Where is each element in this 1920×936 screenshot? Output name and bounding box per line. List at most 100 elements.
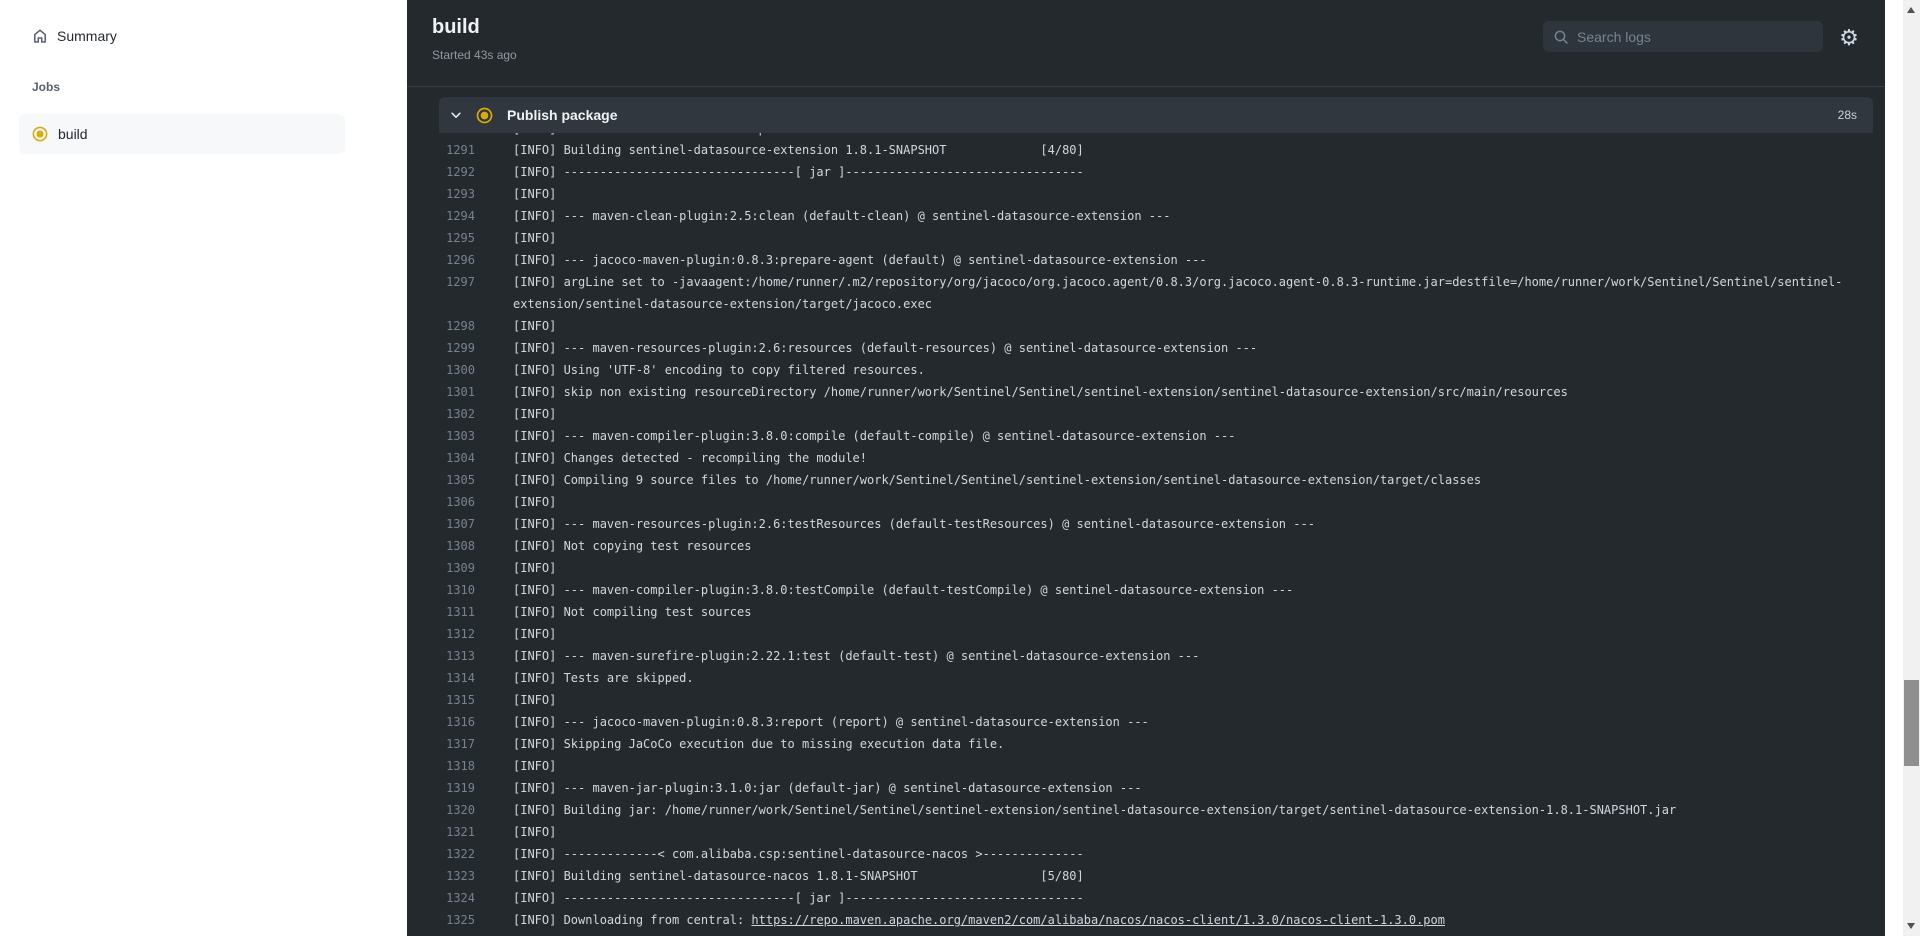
line-number[interactable]: 1310 (407, 579, 475, 601)
log-row: 1306 [INFO] (407, 491, 1885, 513)
job-title: build (432, 16, 480, 39)
line-number[interactable]: 1324 (407, 887, 475, 909)
summary-label: Summary (57, 28, 117, 44)
scrollbar-thumb[interactable] (1904, 680, 1919, 766)
log-row: 1298 [INFO] (407, 315, 1885, 337)
line-number[interactable]: 1293 (407, 183, 475, 205)
log-row: 1305 [INFO] Compiling 9 source files to … (407, 469, 1885, 491)
log-row: 1295 [INFO] (407, 227, 1885, 249)
line-number[interactable]: 1308 (407, 535, 475, 557)
log-text: [INFO] --- maven-compiler-plugin:3.8.0:t… (475, 579, 1293, 601)
line-number[interactable]: 1321 (407, 821, 475, 843)
log-row: 1311 [INFO] Not compiling test sources (407, 601, 1885, 623)
log-text: [INFO] Downloading from central: (475, 909, 751, 931)
log-text: [INFO] skip non existing resourceDirecto… (475, 381, 1568, 403)
log-row: 1321 [INFO] (407, 821, 1885, 843)
line-number[interactable]: 1294 (407, 205, 475, 227)
line-number[interactable]: 1311 (407, 601, 475, 623)
log-row: 1319 [INFO] --- maven-jar-plugin:3.1.0:j… (407, 777, 1885, 799)
log-text: [INFO] (475, 821, 556, 843)
line-number[interactable]: 1292 (407, 161, 475, 183)
line-number[interactable]: 1305 (407, 469, 475, 491)
log-text: [INFO] Skipping JaCoCo execution due to … (475, 733, 1004, 755)
log-row: 1300 [INFO] Using 'UTF-8' encoding to co… (407, 359, 1885, 381)
line-number[interactable]: 1315 (407, 689, 475, 711)
clipped-log-row: 1290 [INFO] -----------< com.alibaba.csp… (407, 133, 1885, 140)
line-number[interactable]: 1295 (407, 227, 475, 249)
line-number[interactable]: 1291 (407, 139, 475, 161)
log-text: [INFO] (475, 403, 556, 425)
line-number[interactable]: 1302 (407, 403, 475, 425)
log-row: 1325 [INFO] Downloading from central: ht… (407, 909, 1885, 931)
home-icon (32, 28, 48, 44)
line-number[interactable]: 1303 (407, 425, 475, 447)
line-number[interactable]: 1322 (407, 843, 475, 865)
log-text: [INFO] --- maven-jar-plugin:3.1.0:jar (d… (475, 777, 1142, 799)
line-number[interactable]: 1299 (407, 337, 475, 359)
log-row: 1312 [INFO] (407, 623, 1885, 645)
log-row: 1301 [INFO] skip non existing resourceDi… (407, 381, 1885, 403)
log-row: 1303 [INFO] --- maven-compiler-plugin:3.… (407, 425, 1885, 447)
log-text: [INFO] Tests are skipped. (475, 667, 694, 689)
log-text: [INFO] (475, 315, 556, 337)
log-text: [INFO] Building sentinel-datasource-exte… (475, 139, 1084, 161)
search-box (1543, 21, 1823, 52)
line-number[interactable]: 1296 (407, 249, 475, 271)
log-text: [INFO] -------------< com.alibaba.csp:se… (475, 843, 1084, 865)
log-text: [INFO] Not compiling test sources (475, 601, 751, 623)
log-row: 1316 [INFO] --- jacoco-maven-plugin:0.8.… (407, 711, 1885, 733)
settings-gear-button[interactable]: ⚙ (1831, 20, 1867, 56)
line-number[interactable]: 1314 (407, 667, 475, 689)
line-number[interactable]: 1316 (407, 711, 475, 733)
log-row: 1315 [INFO] (407, 689, 1885, 711)
sidebar-item-summary[interactable]: Summary (20, 20, 345, 52)
log-text: [INFO] (475, 227, 556, 249)
step-duration: 28s (1838, 108, 1857, 122)
line-number[interactable]: 1307 (407, 513, 475, 535)
line-number[interactable]: 1325 (407, 909, 475, 931)
log-link[interactable]: https://repo.maven.apache.org/maven2/com… (751, 909, 1445, 931)
line-number[interactable]: 1313 (407, 645, 475, 667)
log-row: 1310 [INFO] --- maven-compiler-plugin:3.… (407, 579, 1885, 601)
log-text: extension/sentinel-datasource-extension/… (475, 293, 932, 315)
log-row: 1322 [INFO] -------------< com.alibaba.c… (407, 843, 1885, 865)
sidebar-item-build-job[interactable]: build (19, 114, 345, 154)
line-number[interactable]: 1300 (407, 359, 475, 381)
log-text: [INFO] --- maven-clean-plugin:2.5:clean … (475, 205, 1170, 227)
log-text: [INFO] Not copying test resources (475, 535, 751, 557)
line-number[interactable]: 1290 (407, 133, 475, 140)
search-input[interactable] (1577, 29, 1807, 45)
log-row: 1302 [INFO] (407, 403, 1885, 425)
log-text: [INFO] -----------< com.alibaba.csp:sent… (475, 133, 1084, 140)
step-header-publish-package[interactable]: Publish package 28s (439, 97, 1873, 133)
line-number[interactable]: 1312 (407, 623, 475, 645)
log-text: [INFO] --- jacoco-maven-plugin:0.8.3:pre… (475, 249, 1207, 271)
scrollbar-up-arrow[interactable] (1907, 7, 1915, 13)
line-number[interactable]: 1298 (407, 315, 475, 337)
workflow-run-page: Summary Jobs build build Started 43s ago (0, 0, 1920, 936)
log-text: [INFO] (475, 755, 556, 777)
job-in-progress-icon (32, 126, 48, 142)
line-number[interactable]: 1323 (407, 865, 475, 887)
line-number[interactable]: 1317 (407, 733, 475, 755)
line-number[interactable]: 1306 (407, 491, 475, 513)
line-number[interactable]: 1318 (407, 755, 475, 777)
chevron-down-icon (449, 108, 463, 122)
line-number[interactable] (407, 293, 475, 315)
step-in-progress-icon (476, 107, 493, 124)
log-text: [INFO] --------------------------------[… (475, 161, 1084, 183)
line-number[interactable]: 1319 (407, 777, 475, 799)
line-number[interactable]: 1304 (407, 447, 475, 469)
log-text: [INFO] Compiling 9 source files to /home… (475, 469, 1481, 491)
log-row: 1292 [INFO] ----------------------------… (407, 161, 1885, 183)
line-number[interactable]: 1301 (407, 381, 475, 403)
log-row: 1323 [INFO] Building sentinel-datasource… (407, 865, 1885, 887)
scrollbar-down-arrow[interactable] (1907, 923, 1915, 929)
log-row: 1309 [INFO] (407, 557, 1885, 579)
search-icon (1553, 29, 1569, 45)
line-number[interactable]: 1309 (407, 557, 475, 579)
line-number[interactable]: 1320 (407, 799, 475, 821)
log-row: 1313 [INFO] --- maven-surefire-plugin:2.… (407, 645, 1885, 667)
line-number[interactable]: 1297 (407, 271, 475, 293)
log-text: [INFO] (475, 557, 556, 579)
